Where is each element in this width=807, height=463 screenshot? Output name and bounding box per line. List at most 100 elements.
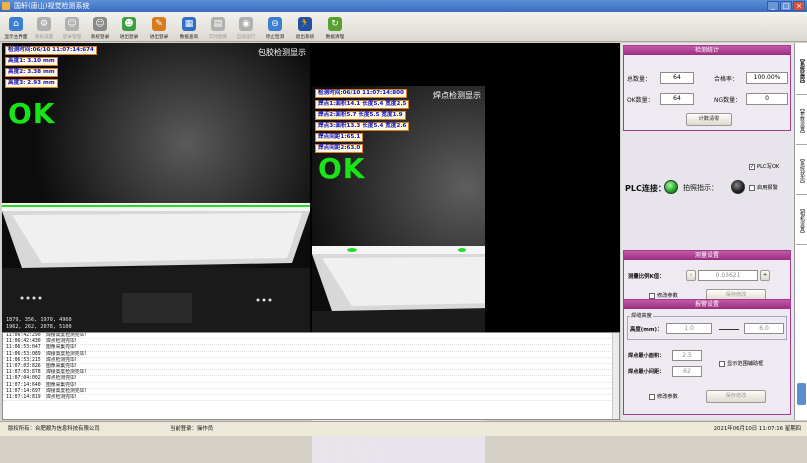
toolbar-label: 系统设置 <box>34 35 54 40</box>
app-icon <box>2 2 10 10</box>
copyright-text: 版权所有：合肥顺为信息科技有限公司 <box>8 426 100 432</box>
plc-status-led-icon <box>664 180 678 194</box>
side-tab-strip: 【系统监控】 【参数设置】 【系统状态】 【相机设置】 <box>794 43 807 420</box>
stats-title: 检测统计 <box>624 46 790 55</box>
toolbar-icon: ▤ <box>211 17 225 31</box>
weld-height-group-label: 焊缝高度 <box>630 312 653 319</box>
ratio-minus-button[interactable]: - <box>686 270 696 281</box>
glue-time: 检测时间:06/10 11:07:14:674 <box>5 46 97 55</box>
check-icon: ✓ <box>749 163 755 170</box>
toolbar-button-5[interactable]: ✎ 进出登录 <box>144 12 174 42</box>
tab-system-status[interactable]: 【系统状态】 <box>796 147 807 195</box>
toolbar-label: 进出登录 <box>119 35 139 40</box>
toolbar-button-4[interactable]: ☻ 进出登录 <box>114 12 144 42</box>
toolbar-button-2[interactable]: ☺ 登录管理 <box>58 12 86 42</box>
alarm-modify-checkbox[interactable]: 修改参数 <box>649 393 678 400</box>
range-dash <box>719 329 739 330</box>
toolbar-label: 数据清理 <box>325 35 345 40</box>
log-message: 焊点检测完毕! <box>46 394 77 400</box>
height-1: 高度1: 3.10 mm <box>5 57 58 66</box>
toolbar-label: 登录管理 <box>62 35 82 40</box>
plc-write-ok-checkbox[interactable]: ✓ PLC写OK <box>749 163 779 170</box>
glue-coords: 1879, 356, 1970, 4960 1962, 262, 2078, 5… <box>6 317 72 330</box>
toolbar-button-7[interactable]: ▤ 实时图像 <box>204 12 232 42</box>
tab-system-monitor[interactable]: 【系统监控】 <box>796 47 807 95</box>
log-message: 焊点检测完毕! <box>46 357 77 363</box>
maximize-icon[interactable]: □ <box>780 1 792 11</box>
log-message: 焊接高度检测完毕! <box>46 351 87 357</box>
log-message: 焊点检测完毕! <box>46 376 77 382</box>
checkbox-icon <box>749 184 755 191</box>
log-message: 图像采集完毕! <box>46 363 77 369</box>
toolbar-label: 退出系统 <box>295 35 315 40</box>
reset-count-button[interactable]: 计数清零 <box>686 113 732 126</box>
toolbar-button-3[interactable]: ☺ 系统登录 <box>86 12 114 42</box>
log-message: 图像采集完毕! <box>46 382 77 388</box>
weld-point-3: 焊点3:面积13.3 长度5.4 宽度2.6 <box>315 122 410 131</box>
ratio-plus-button[interactable]: + <box>760 270 770 281</box>
measure-title: 测量设置 <box>624 251 790 260</box>
toolbar-button-9[interactable]: ⊖ 停止检测 <box>260 12 290 42</box>
checkbox-icon <box>719 360 725 367</box>
toolbar-label: 进出登录 <box>149 35 169 40</box>
event-log[interactable]: 11:06:42:290 焊接高度检测完毕! 11:06:42:430 焊点检测完毕!… <box>2 332 620 420</box>
log-time: 11:07:14:819 <box>6 394 41 400</box>
toolbar-icon: ▦ <box>182 17 196 31</box>
window-title: 国轩(唐山)视觉检测系统 <box>14 2 90 10</box>
ok-label: OK数量： <box>627 97 654 104</box>
glue-camera-view: 包胶检测显示 检测时间:06/10 11:07:14:674 高度1: 3.10… <box>2 43 310 332</box>
height-min-input[interactable]: 1.0 <box>666 323 712 334</box>
weld-point-1: 焊点1:面积14.1 长度5.4 宽度2.5 <box>315 100 410 109</box>
min-spacing-input[interactable]: 62 <box>672 366 702 377</box>
toolbar-button-6[interactable]: ▦ 数据查询 <box>174 12 204 42</box>
main-toolbar: ⌂ 显示主界面 ⚙ 系统设置 ☺ 登录管理 ☺ 系统登录 ☻ 进出登录 ✎ 进出登录 ▦ 数据查询 ▤ 实时图… <box>0 12 807 42</box>
close-icon[interactable]: × <box>793 1 805 11</box>
minimize-icon[interactable]: _ <box>767 1 779 11</box>
log-message: 焊点检测完毕! <box>46 339 77 345</box>
min-spacing-label: 焊点最小间距： <box>628 369 665 375</box>
toolbar-icon: ⚙ <box>37 17 51 31</box>
datetime-text: 2021年06月10日 11:07:16 星期四 <box>713 426 801 432</box>
alarm-save-button[interactable]: 保存修改 <box>706 390 766 403</box>
show-range-box-checkbox[interactable]: 显示范围辅助框 <box>719 360 763 367</box>
current-user-text: 当前登录：操作员 <box>170 426 214 432</box>
log-message: 图像采集完毕! <box>46 345 77 351</box>
toolbar-button-8[interactable]: ◉ 自动运行 <box>232 12 260 42</box>
toolbar-button-1[interactable]: ⚙ 系统设置 <box>30 12 58 42</box>
enable-alarm-checkbox[interactable]: 启用报警 <box>749 184 778 191</box>
tab-parameter-settings[interactable]: 【参数设置】 <box>796 97 807 145</box>
alarm-title: 报警设置 <box>624 300 790 309</box>
tab-camera-settings[interactable]: 【相机设置】 <box>796 197 807 245</box>
weld-time: 检测时间:06/10 11:07:14:800 <box>315 89 407 98</box>
toolbar-label: 显示主界面 <box>4 35 28 40</box>
height-max-input[interactable]: 6.0 <box>744 323 784 334</box>
ng-value: 0 <box>746 93 788 105</box>
toolbar-label: 数据查询 <box>179 35 199 40</box>
min-area-label: 焊点最小面积： <box>628 353 665 359</box>
total-value: 64 <box>660 72 694 84</box>
rate-value: 100.00% <box>746 72 788 84</box>
toolbar-button-11[interactable]: ↻ 数据清理 <box>320 12 350 42</box>
checkbox-icon <box>649 292 655 299</box>
shot-indicator-led-icon <box>731 180 745 194</box>
control-panel: 检测统计 总数量： 64 合格率： 100.00% OK数量： 64 NG数量：… <box>621 43 794 420</box>
measure-modify-checkbox[interactable]: 修改参数 <box>649 292 678 299</box>
toolbar-label: 停止检测 <box>265 35 285 40</box>
toolbar-icon: 🏃 <box>298 17 312 31</box>
weld-spacing-1: 焊点间距1:65.1 <box>315 133 364 142</box>
min-area-input[interactable]: 2.5 <box>672 350 702 361</box>
toolbar-button-0[interactable]: ⌂ 显示主界面 <box>2 12 30 42</box>
toolbar-label: 系统登录 <box>90 35 110 40</box>
toolbar-icon: ⊖ <box>268 17 282 31</box>
log-scrollbar[interactable] <box>612 333 619 419</box>
height-range-label: 高度(mm)： <box>630 327 663 333</box>
ratio-input[interactable]: 0.03621 <box>698 270 758 281</box>
weld-point-2: 焊点2:面积5.7 长度5.5 宽度1.9 <box>315 111 406 120</box>
status-bar: 版权所有：合肥顺为信息科技有限公司 当前登录：操作员 2021年06月10日 1… <box>0 421 807 436</box>
toolbar-icon: ↻ <box>328 17 342 31</box>
toolbar-icon: ☺ <box>65 17 79 31</box>
toolbar-icon: ⌂ <box>9 17 23 31</box>
toolbar-button-10[interactable]: 🏃 退出系统 <box>290 12 320 42</box>
shot-label: 拍照指示： <box>683 184 718 192</box>
side-expand-icon[interactable] <box>797 383 806 405</box>
